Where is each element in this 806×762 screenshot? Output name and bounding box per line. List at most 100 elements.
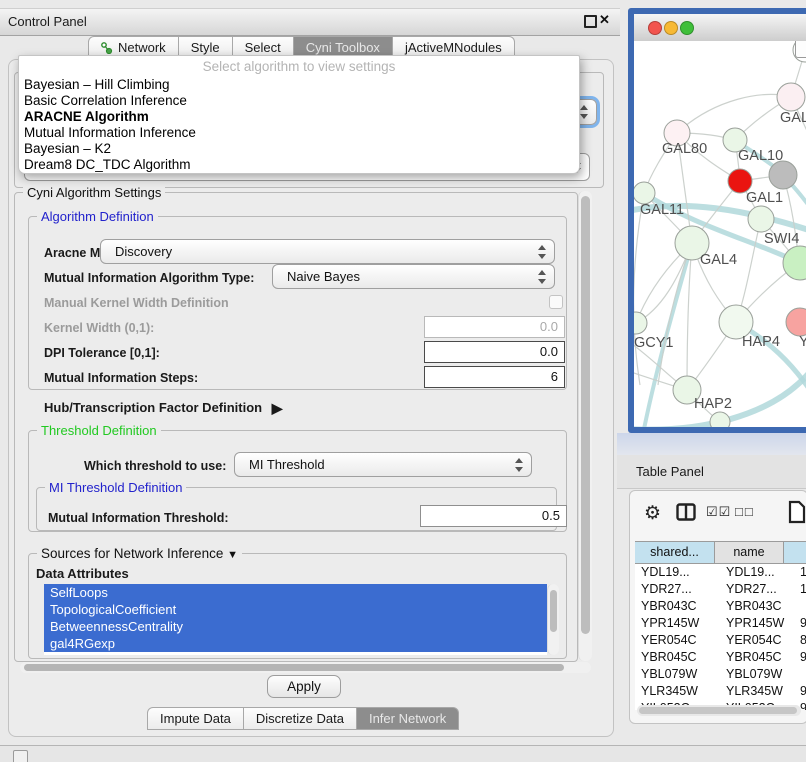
deselect-all-checks-icon[interactable]: □□ [735,504,755,519]
mi-threshold-input[interactable]: 0.5 [420,505,567,527]
column-header-name[interactable]: name [715,542,784,563]
aracne-mode-combo[interactable]: Discovery [100,239,555,264]
table-cell: YER054C [635,632,720,649]
sources-group-title[interactable]: Sources for Network Inference ▼ [37,546,242,561]
mi-steps-input[interactable]: 6 [424,366,565,388]
network-node[interactable] [769,161,797,189]
attribute-item[interactable]: TopologicalCoefficient [44,601,547,618]
zoom-traffic-light[interactable] [680,21,694,35]
table-row[interactable]: YDL19...YDL19...13 [635,564,806,581]
node-label: GAL4 [700,252,737,268]
attribute-item[interactable]: SelfLoops [44,584,547,601]
gear-icon[interactable]: ⚙ [644,502,661,525]
kernel-width-input[interactable]: 0.0 [424,316,565,338]
table-row[interactable]: YBR045CYBR045C9. [635,649,806,666]
window-shadow-strip [617,433,806,455]
close-traffic-light[interactable] [648,21,662,35]
algorithm-option[interactable]: Dream8 DC_TDC Algorithm [19,157,579,173]
column-header-shared[interactable]: shared... [635,542,715,563]
table-cell: 9. [794,683,806,700]
table-row[interactable]: YER054CYER054C8. [635,632,806,649]
table-row[interactable]: YDR27...YDR27...12 [635,581,806,598]
node-label: Y [799,334,806,350]
algorithm-option[interactable]: Bayesian – K2 [19,141,579,157]
which-threshold-combo[interactable]: MI Threshold [234,452,532,477]
panel-corner-icon[interactable] [13,750,28,762]
table-cell: YBL079W [635,666,720,683]
dpi-tolerance-label: DPI Tolerance [0,1]: [44,346,160,360]
table-panel-title: Table Panel [636,464,704,479]
attributes-scrollbar-thumb[interactable] [550,590,557,632]
screen: Control Panel ✕ NetworkStyleSelectCyni T… [0,0,806,762]
algorithm-option[interactable]: Mutual Information Inference [19,125,579,141]
table-row[interactable]: YLR345WYLR345W9. [635,683,806,700]
table-hscrollbar-thumb[interactable] [639,707,797,714]
network-edge[interactable] [677,94,791,133]
attribute-item[interactable]: gal4RGexp [44,635,547,652]
network-node-gcy1[interactable] [634,312,647,334]
network-node-gal[interactable] [777,83,805,111]
data-attributes-list: SelfLoopsTopologicalCoefficientBetweenne… [44,584,547,655]
network-edge[interactable] [634,193,644,385]
network-node-y[interactable] [786,308,806,336]
float-window-icon[interactable] [584,15,597,28]
mi-type-combo[interactable]: Naive Bayes [272,264,555,289]
birdseye-box[interactable] [795,41,806,58]
settings-hscrollbar-thumb[interactable] [24,664,564,671]
tab-infer-network[interactable]: Infer Network [357,707,459,730]
network-node-gal11[interactable] [634,182,655,204]
network-canvas[interactable]: GALGAL80GAL10GAL1GAL11SWI4GAL4GCY1HAP4YH… [634,41,806,427]
algorithm-option[interactable]: Bayesian – Hill Climbing [19,77,579,93]
hub-definition-label: Hub/Transcription Factor Definition [44,400,262,415]
new-table-icon[interactable] [788,500,806,524]
table-row[interactable]: YBL079WYBL079W [635,666,806,683]
node-table: shared...nameA YDL19...YDL19...13YDR27..… [635,541,806,710]
network-node[interactable] [783,246,806,280]
node-label: SWI4 [764,231,799,247]
manual-kernel-checkbox[interactable] [549,295,563,309]
settings-vscrollbar-thumb[interactable] [581,196,590,634]
hub-definition-toggle[interactable]: Hub/Transcription Factor Definition ▶ [44,399,277,416]
mi-type-value: Naive Bayes [287,269,360,284]
expanded-arrow-icon: ▼ [227,549,238,561]
network-graph: GALGAL80GAL10GAL1GAL11SWI4GAL4GCY1HAP4YH… [634,41,806,427]
attribute-item[interactable]: BetweennessCentrality [44,618,547,635]
close-icon[interactable]: ✕ [599,12,610,28]
split-columns-icon[interactable] [676,503,696,521]
tab-discretize-data[interactable]: Discretize Data [244,707,357,730]
network-node[interactable] [710,412,730,427]
algorithm-option[interactable]: Basic Correlation Inference [19,93,579,109]
apply-button[interactable]: Apply [267,675,341,698]
collapsed-arrow-icon: ▶ [272,400,283,416]
table-row[interactable]: YPR145WYPR145W9. [635,615,806,632]
table-panel-header: Table Panel [617,455,806,489]
node-label: GAL10 [738,148,783,164]
network-node-swi4[interactable] [748,206,774,232]
which-threshold-label: Which threshold to use: [84,459,226,473]
table-cell: 12 [794,581,806,598]
table-cell: YDL19... [635,564,720,581]
table-cell: YER054C [720,632,794,649]
table-row[interactable]: YBR043CYBR043C [635,598,806,615]
table-cell: YBR045C [720,649,794,666]
network-window-titlebar[interactable] [634,14,806,42]
table-hscrollbar[interactable] [637,705,801,716]
select-all-checks-icon[interactable]: ☑☑ [706,504,731,520]
node-label: HAP4 [742,334,780,350]
column-header-A[interactable]: A [784,542,806,563]
manual-kernel-label: Manual Kernel Width Definition [44,296,229,310]
dpi-tolerance-input[interactable]: 0.0 [424,341,565,363]
combo-stepper-icon [580,105,587,119]
settings-vscrollbar[interactable] [578,191,592,661]
sources-title-text: Sources for Network Inference [41,546,223,561]
attributes-scrollbar[interactable] [547,584,559,655]
table-cell: 9. [794,615,806,632]
algorithm-option[interactable]: ARACNE Algorithm [19,109,579,125]
algorithm-definition-title: Algorithm Definition [37,209,158,224]
table-cell: YBR043C [720,598,794,615]
combo-stepper-icon [538,270,545,284]
minimize-traffic-light[interactable] [664,21,678,35]
mi-type-label: Mutual Information Algorithm Type: [44,271,254,285]
tab-impute-data[interactable]: Impute Data [147,707,244,730]
settings-hscrollbar[interactable] [20,662,591,673]
